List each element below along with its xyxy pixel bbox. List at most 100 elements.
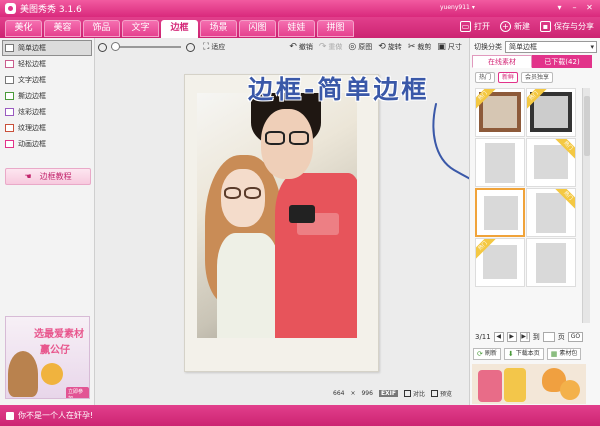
frame-preview [536, 193, 566, 233]
frame-thumbnail[interactable]: 热门 [475, 238, 525, 287]
canvas-info-bar: 664 × 996 EXIF 对比 预览 [333, 389, 452, 398]
open-label: 打开 [474, 22, 490, 31]
material-ad-preview[interactable] [472, 364, 586, 404]
subtab-new[interactable]: 新鲜 [498, 72, 519, 83]
page-number-input[interactable] [542, 332, 555, 342]
canvas-toolbar: ⛶ 适应 ↶ 撤销 ↷ 重做 ◎ 原图 ⟲ 旋转 ✂ 裁剪 ▣ 尺寸 [96, 38, 469, 56]
plus-icon: + [500, 21, 511, 32]
page-to-label: 到 [532, 333, 540, 341]
crop-button[interactable]: ✂ 裁剪 [408, 42, 432, 52]
frame-preview [484, 196, 518, 230]
save-share-button[interactable]: ▪ 保存与分享 [540, 21, 594, 32]
frame-preview [483, 245, 517, 279]
scrollbar-thumb[interactable] [584, 96, 590, 156]
tab-collage[interactable]: 拼图 [317, 20, 354, 37]
tab-flash[interactable]: 闪图 [239, 20, 276, 37]
redo-button[interactable]: ↷ 重做 [319, 42, 343, 52]
frame-icon [5, 92, 14, 100]
download-page-button[interactable]: ⬇ 下载本页 [503, 348, 544, 360]
compare-button[interactable]: 对比 [404, 389, 425, 398]
sidebar-item-texture-frame[interactable]: 纹理边框 [0, 120, 94, 136]
zoom-in-icon[interactable] [186, 42, 195, 52]
frame-annotation: 边框-简单边框 [248, 75, 430, 104]
material-pack-button[interactable]: ▦ 素材包 [546, 348, 582, 360]
prev-page-button[interactable]: ◀ [493, 332, 504, 342]
download-page-label: 下载本页 [515, 350, 540, 357]
category-label: 切换分类 [474, 43, 502, 51]
tab-text[interactable]: 文字 [122, 20, 159, 37]
size-button[interactable]: ▣ 尺寸 [437, 42, 462, 52]
go-button[interactable]: GO [567, 332, 584, 342]
zoom-out-icon[interactable] [98, 42, 107, 52]
minimize-button[interactable]: – [568, 2, 581, 14]
size-icon: ▣ [437, 42, 446, 52]
frame-thumbnail[interactable]: 热门 [526, 88, 576, 137]
frame-thumbnail[interactable] [526, 238, 576, 287]
material-tabs: 在线素材 已下载(42) [472, 55, 592, 68]
frame-preview [536, 243, 566, 283]
sidebar-item-simple-frame[interactable]: 简单边框 [2, 40, 92, 56]
subtab-vip[interactable]: 会员独享 [521, 72, 554, 83]
original-label: 原图 [358, 43, 373, 51]
promo-banner[interactable]: 选最爱素材 赢公仔 立即参加 [5, 316, 90, 399]
promo-subtitle: 赢公仔 [40, 345, 70, 356]
thumbnail-scrollbar[interactable] [582, 88, 590, 323]
subtab-hot[interactable]: 热门 [475, 72, 496, 83]
tab-accessories[interactable]: 饰品 [83, 20, 120, 37]
new-button[interactable]: + 新建 [500, 21, 530, 32]
promo-join-button[interactable]: 立即参加 [66, 387, 89, 398]
sidebar-item-colorful-frame[interactable]: 炫彩边框 [0, 104, 94, 120]
sidebar-item-torn-frame[interactable]: 撕边边框 [0, 88, 94, 104]
zoom-slider[interactable] [111, 42, 181, 51]
menu-button[interactable]: ▾ [553, 2, 566, 14]
sidebar-item-label: 炫彩边框 [18, 108, 46, 116]
original-button[interactable]: ◎ 原图 [348, 42, 372, 52]
frame-thumbnail-grid: 热门 热门 热门 热门 热门 [475, 88, 578, 288]
frame-icon [5, 108, 14, 116]
zoom-slider-knob[interactable] [111, 42, 120, 51]
fit-button[interactable]: ⛶ 适应 [203, 42, 225, 52]
preview-button[interactable]: 预览 [431, 389, 452, 398]
frame-thumbnail-selected[interactable] [475, 188, 525, 237]
sidebar-item-animated-frame[interactable]: 动画边框 [0, 136, 94, 152]
frame-type-sidebar: 简单边框 轻松边框 文字边框 撕边边框 炫彩边框 纹理边框 动画边框 ☚ 边框教… [0, 38, 95, 405]
tab-downloaded[interactable]: 已下载(42) [532, 55, 592, 68]
undo-icon: ↶ [289, 42, 297, 52]
frame-tutorial-button[interactable]: ☚ 边框教程 [5, 168, 91, 185]
photo-canvas[interactable] [184, 74, 379, 372]
frame-thumbnail[interactable]: 热门 [526, 138, 576, 187]
status-bar: 你不是一个人在奸孕! [0, 405, 600, 426]
exif-button[interactable]: EXIF [378, 390, 398, 397]
page-indicator: 3/11 [475, 333, 491, 341]
original-icon: ◎ [348, 42, 357, 52]
close-button[interactable]: ✕ [583, 2, 596, 14]
tab-beautify[interactable]: 美化 [5, 20, 42, 37]
last-page-button[interactable]: ▶| [519, 332, 530, 342]
frame-thumbnail[interactable]: 热门 [475, 88, 525, 137]
main-nav: 美化 美容 饰品 文字 边框 场景 闪图 娃娃 拼图 ▭ 打开 + 新建 ▪ 保… [0, 17, 600, 38]
open-button[interactable]: ▭ 打开 [460, 21, 490, 32]
frame-thumbnail[interactable] [475, 138, 525, 187]
phone-case-image [504, 368, 526, 402]
tab-scene[interactable]: 场景 [200, 20, 237, 37]
tab-frame[interactable]: 边框 [161, 20, 198, 38]
tab-beauty[interactable]: 美容 [44, 20, 81, 37]
category-row: 切换分类 简单边框 [474, 41, 597, 53]
dimension-separator: × [350, 390, 356, 397]
tab-online-materials[interactable]: 在线素材 [472, 55, 532, 68]
next-page-button[interactable]: ▶ [506, 332, 517, 342]
undo-button[interactable]: ↶ 撤销 [289, 42, 313, 52]
phone-case-image [478, 370, 502, 402]
sidebar-item-easy-frame[interactable]: 轻松边框 [0, 56, 94, 72]
refresh-button[interactable]: ⟳ 刷新 [473, 348, 501, 360]
rotate-button[interactable]: ⟲ 旋转 [378, 42, 402, 52]
app-window: 美图秀秀 3.1.6 yueny911 ▾ ▾ – ✕ 美化 美容 饰品 文字 … [0, 0, 600, 426]
frame-thumbnail[interactable]: 热门 [526, 188, 576, 237]
username: yueny911 [440, 4, 470, 11]
material-actions: ⟳ 刷新 ⬇ 下载本页 ▦ 素材包 [473, 348, 582, 360]
tab-doll[interactable]: 娃娃 [278, 20, 315, 37]
app-logo-icon [5, 3, 16, 14]
sidebar-item-text-frame[interactable]: 文字边框 [0, 72, 94, 88]
user-menu[interactable]: yueny911 ▾ [440, 4, 475, 11]
category-select[interactable]: 简单边框 [505, 41, 597, 53]
